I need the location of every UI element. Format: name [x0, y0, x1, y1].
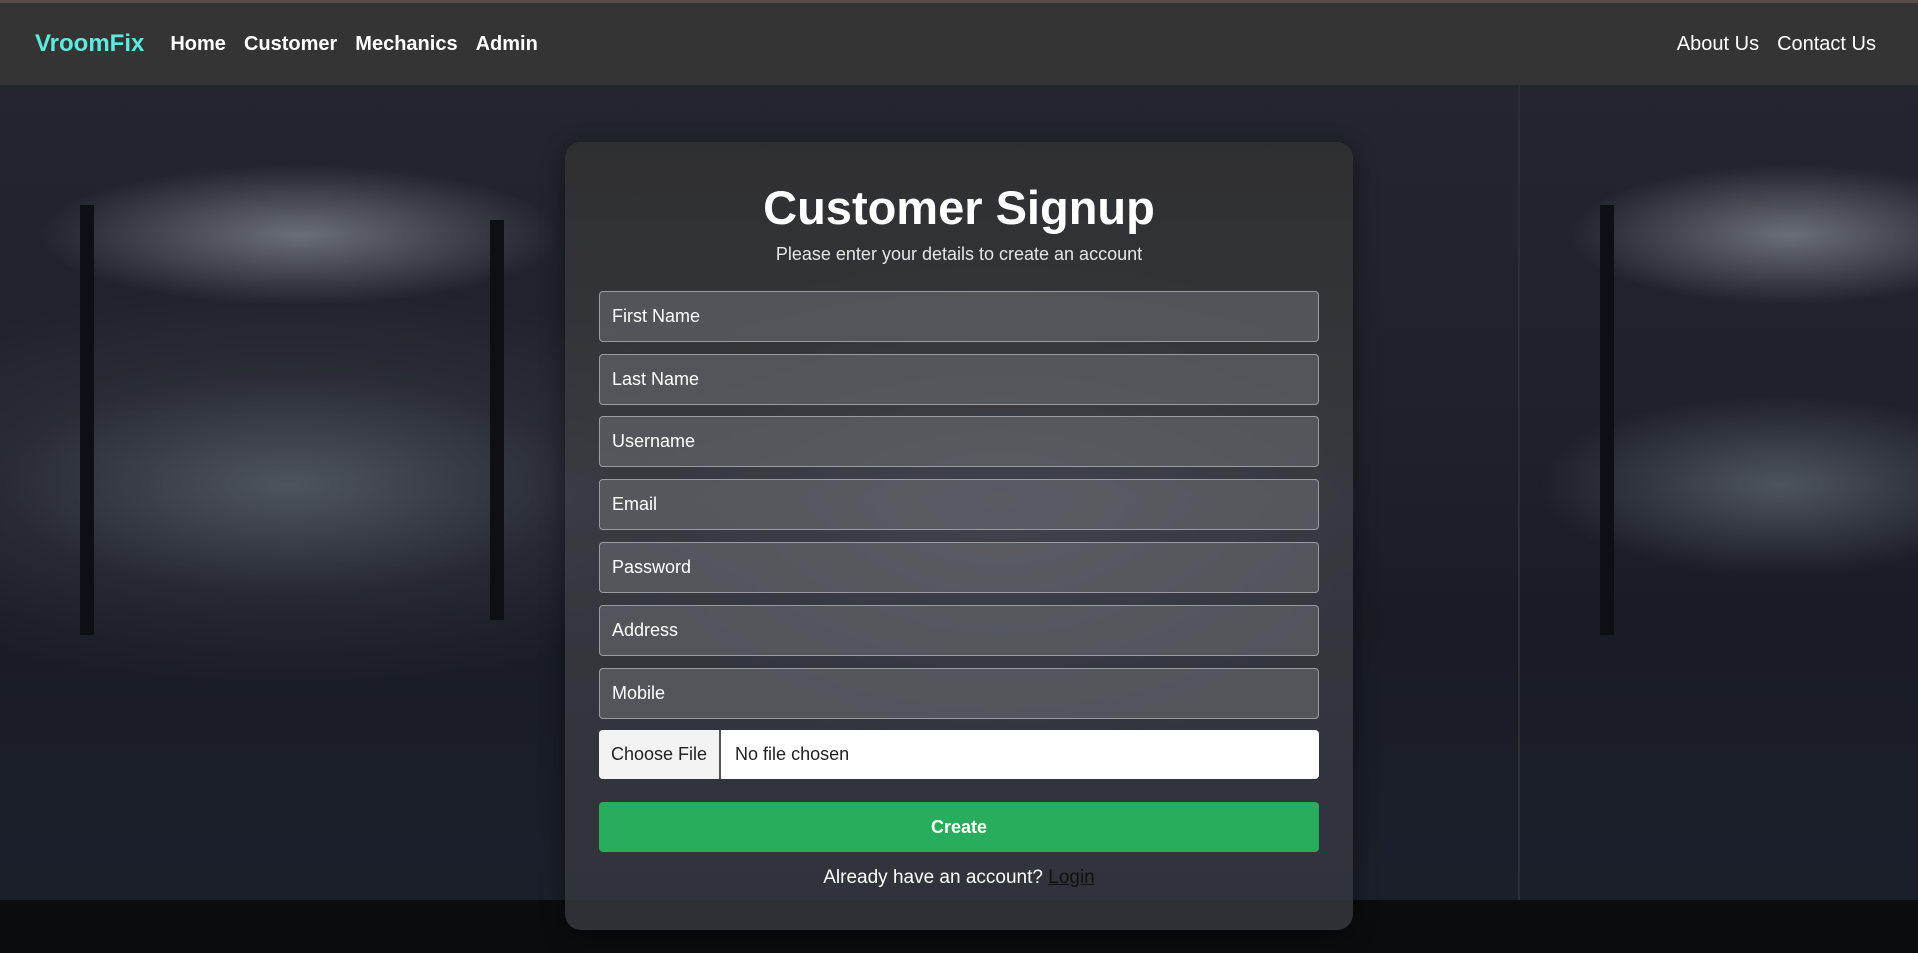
login-prompt-text: Already have an account?	[823, 867, 1043, 888]
mobile-field[interactable]	[599, 668, 1319, 719]
page-subtitle: Please enter your details to create an a…	[775, 244, 1143, 264]
nav-mechanics[interactable]: Mechanics	[355, 33, 457, 56]
page-title: Customer Signup	[763, 181, 1155, 234]
file-status-text: No file chosen	[735, 744, 850, 764]
login-prompt-row: Already have an account? Login	[565, 867, 1353, 889]
nav-right: About Us Contact Us	[1659, 33, 1876, 56]
signup-card: Customer Signup Please enter your detail…	[565, 142, 1353, 930]
lift-post	[80, 205, 94, 635]
nav-about-us[interactable]: About Us	[1677, 33, 1759, 56]
username-field[interactable]	[599, 416, 1319, 467]
choose-file-button[interactable]: Choose File	[599, 730, 722, 779]
nav-admin[interactable]: Admin	[476, 33, 538, 56]
nav-home[interactable]: Home	[170, 33, 226, 56]
profile-file-input[interactable]: Choose File No file chosen	[599, 730, 1319, 779]
password-field[interactable]	[599, 542, 1319, 593]
login-link[interactable]: Login	[1048, 867, 1095, 888]
lift-post	[1600, 205, 1614, 635]
nav-customer[interactable]: Customer	[244, 33, 337, 56]
nav-contact-us[interactable]: Contact Us	[1777, 33, 1876, 56]
nav-left: Home Customer Mechanics Admin	[170, 33, 555, 56]
email-field[interactable]	[599, 479, 1319, 530]
address-field[interactable]	[599, 605, 1319, 656]
first-name-field[interactable]	[599, 291, 1319, 342]
lift-post	[490, 220, 504, 620]
brand-logo[interactable]: VroomFix	[35, 30, 144, 58]
top-navbar: VroomFix Home Customer Mechanics Admin A…	[0, 0, 1918, 85]
image-seam	[1518, 85, 1520, 900]
create-button[interactable]: Create	[599, 802, 1319, 852]
last-name-field[interactable]	[599, 354, 1319, 405]
